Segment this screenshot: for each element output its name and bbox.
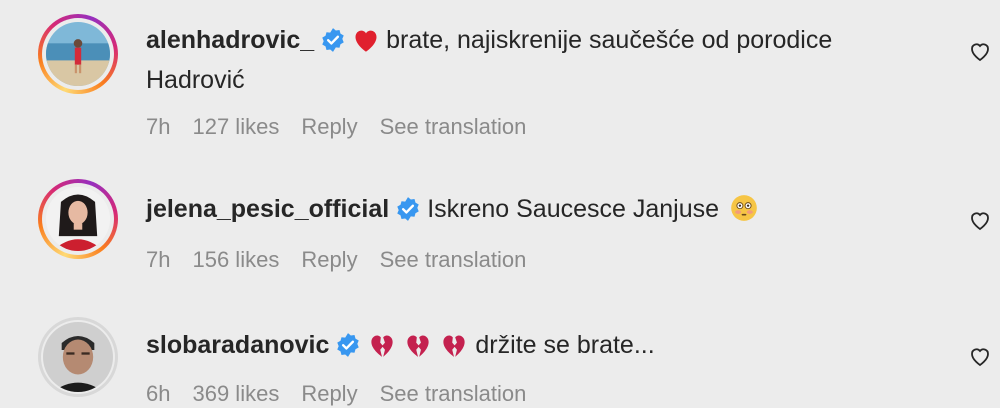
reply-button[interactable]: Reply: [301, 381, 357, 406]
comment-item: jelena_pesic_official Iskreno Saucesce Ja…: [0, 165, 1000, 285]
comment-likes[interactable]: 156 likes: [192, 247, 279, 272]
see-translation-link[interactable]: See translation: [380, 247, 527, 272]
comment-text-line1: brate, najiskrenije saučešće od porodice: [386, 26, 833, 54]
like-heart-icon[interactable]: [968, 40, 992, 64]
comment-text: držite se brate...: [475, 331, 655, 359]
reply-button[interactable]: Reply: [301, 247, 357, 272]
comment-meta: 7h 127 likes Reply See translation: [146, 114, 548, 140]
verified-badge-icon: [337, 333, 360, 357]
avatar-ring-gap: [42, 183, 114, 255]
avatar-photo-portrait: [46, 187, 110, 251]
comment-likes[interactable]: 369 likes: [192, 381, 279, 406]
verified-badge-icon: [322, 28, 344, 52]
broken-heart-emoji-icon: [371, 335, 394, 357]
avatar-photo-beach: [46, 22, 110, 86]
see-translation-link[interactable]: See translation: [380, 114, 527, 139]
comment-username[interactable]: slobaradanovic: [146, 331, 329, 359]
broken-heart-emoji-icon: [407, 335, 430, 357]
see-translation-link[interactable]: See translation: [380, 381, 527, 406]
avatar-photo-man: [43, 322, 113, 392]
comment-body: slobaradanovic držite se brate...: [146, 325, 946, 365]
comment-time: 7h: [146, 114, 171, 139]
comment-username[interactable]: jelena_pesic_official: [146, 195, 389, 223]
comment-item: alenhadrovic_ brate, najiskrenije saučešć…: [0, 0, 1000, 150]
like-heart-icon[interactable]: [968, 345, 992, 369]
like-heart-icon[interactable]: [968, 209, 992, 233]
comment-item: slobaradanovic držite se brate... 6h 369 l…: [0, 305, 1000, 408]
comment-meta: 6h 369 likes Reply See translation: [146, 381, 548, 407]
flushed-face-emoji-icon: [731, 195, 757, 221]
comment-text-line2: Hadrović: [146, 66, 245, 94]
avatar[interactable]: [38, 179, 118, 259]
avatar[interactable]: [38, 14, 118, 94]
reply-button[interactable]: Reply: [301, 114, 357, 139]
comment-time: 7h: [146, 247, 171, 272]
comment-time: 6h: [146, 381, 171, 406]
verified-badge-icon: [397, 197, 419, 221]
avatar[interactable]: [38, 317, 118, 397]
comment-text: Iskreno Saucesce Janjuse: [427, 195, 720, 223]
avatar-ring-gap: [42, 18, 114, 90]
comment-body: jelena_pesic_official Iskreno Saucesce Ja…: [146, 189, 946, 229]
comment-username[interactable]: alenhadrovic_: [146, 26, 314, 54]
broken-heart-emoji-icon: [443, 335, 466, 357]
avatar-ring-gap: [41, 320, 115, 394]
comment-likes[interactable]: 127 likes: [192, 114, 279, 139]
red-heart-emoji-icon: [355, 30, 377, 52]
comment-meta: 7h 156 likes Reply See translation: [146, 247, 548, 273]
comment-body: alenhadrovic_ brate, najiskrenije saučešć…: [146, 20, 946, 100]
